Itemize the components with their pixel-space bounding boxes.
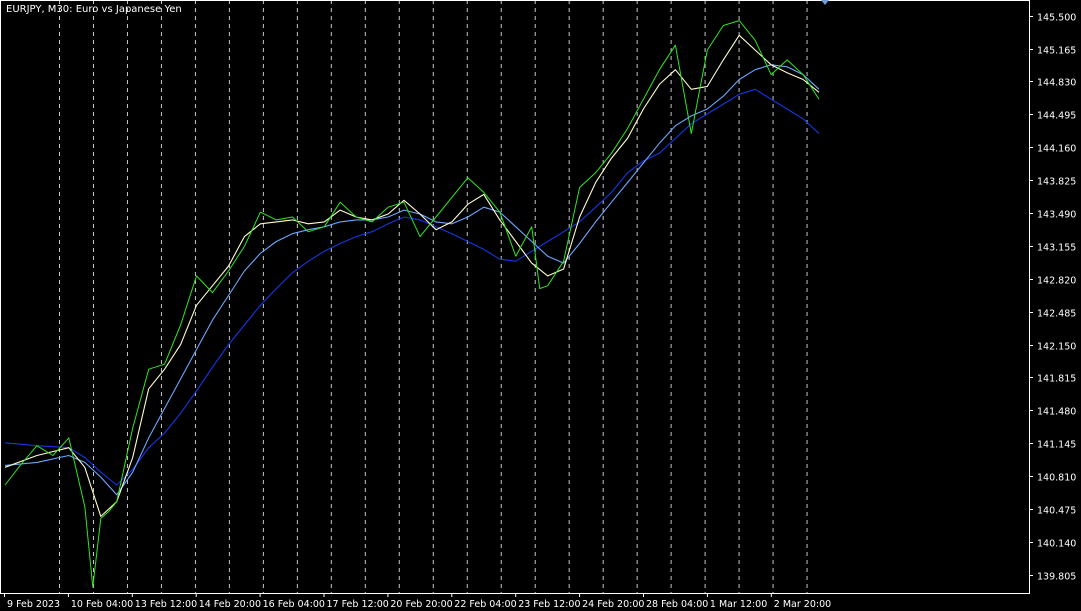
price-marker-icon [821,0,829,5]
y-tick-label: 140.140 [1037,539,1076,550]
y-tick-label: 144.830 [1037,78,1076,89]
y-tick-label: 143.490 [1037,210,1076,221]
y-tick-label: 140.810 [1037,473,1076,484]
y-tick-label: 144.495 [1037,111,1076,122]
y-tick-label: 141.480 [1037,407,1076,418]
y-tick-label: 145.165 [1037,46,1076,57]
y-tick-label: 141.145 [1037,440,1076,451]
y-tick-label: 140.475 [1037,506,1076,517]
y-tick-label: 142.485 [1037,309,1076,320]
chart-canvas: 145.500 145.165 144.830 144.495 144.160 143.8… [0,0,1076,610]
x-tick-label: 10 Feb 04:00 [71,599,133,610]
x-tick-label: 1 Mar 12:00 [710,599,767,610]
y-tick-label: 144.160 [1037,144,1076,155]
x-tick-label: 22 Feb 04:00 [454,599,516,610]
x-tick-label: 14 Feb 20:00 [199,599,261,610]
x-tick-label: 2 Mar 20:00 [774,599,831,610]
plot-frame [0,0,1030,594]
x-tick-label: 28 Feb 04:00 [646,599,708,610]
y-tick-label: 139.805 [1037,572,1076,583]
time-axis: 9 Feb 2023 10 Feb 04:00 13 Feb 12:00 14 Feb… [4,593,831,610]
y-tick-label: 145.500 [1037,13,1076,24]
x-tick-label: 17 Feb 12:00 [327,599,389,610]
x-tick-label: 9 Feb 2023 [7,599,60,610]
price-axis: 145.500 145.165 144.830 144.495 144.160 143.8… [1029,13,1076,583]
x-tick-label: 13 Feb 12:00 [135,599,197,610]
y-tick-label: 141.815 [1037,374,1076,385]
symbol-title: EURJPY, M30: Euro vs Japanese Yen [6,4,182,15]
x-tick-label: 23 Feb 12:00 [518,599,580,610]
x-tick-label: 20 Feb 20:00 [390,599,452,610]
y-tick-label: 142.150 [1037,342,1076,353]
y-tick-label: 143.155 [1037,243,1076,254]
x-tick-label: 24 Feb 20:00 [582,599,644,610]
x-tick-label: 16 Feb 04:00 [263,599,325,610]
y-tick-label: 143.825 [1037,177,1076,188]
y-tick-label: 142.820 [1037,276,1076,287]
